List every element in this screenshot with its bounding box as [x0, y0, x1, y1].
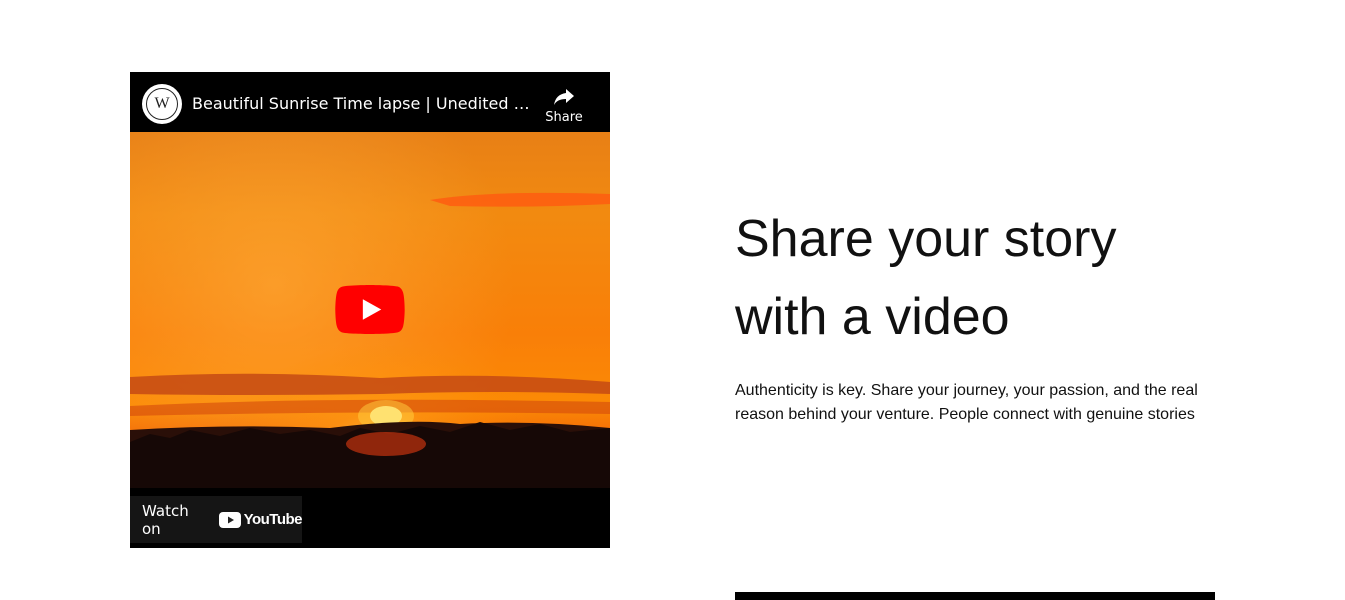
section-description: Authenticity is key. Share your journey,… [735, 382, 1198, 423]
channel-logo: W [146, 88, 178, 120]
watch-on-youtube-button[interactable]: Watch on YouTube [130, 496, 303, 543]
video-header: W Beautiful Sunrise Time lapse | Unedite… [130, 72, 610, 132]
youtube-play-icon [218, 511, 241, 528]
channel-avatar[interactable]: W [142, 84, 182, 124]
headline-line-2: with a video [735, 288, 1010, 346]
youtube-logo: YouTube [218, 511, 303, 528]
video-embed[interactable]: W Beautiful Sunrise Time lapse | Unedite… [130, 72, 610, 548]
headline-line-1: Share your story [735, 210, 1117, 268]
share-icon [554, 89, 574, 105]
share-button[interactable]: Share [534, 82, 594, 132]
cta-button-edge[interactable] [735, 592, 1215, 600]
share-label: Share [545, 110, 583, 125]
video-title[interactable]: Beautiful Sunrise Time lapse | Unedited … [192, 93, 532, 115]
watch-on-label: Watch on [142, 501, 189, 538]
play-button[interactable] [335, 285, 405, 334]
youtube-wordmark: YouTube [243, 511, 303, 528]
section-headline: Share your story with a video [735, 200, 1255, 356]
